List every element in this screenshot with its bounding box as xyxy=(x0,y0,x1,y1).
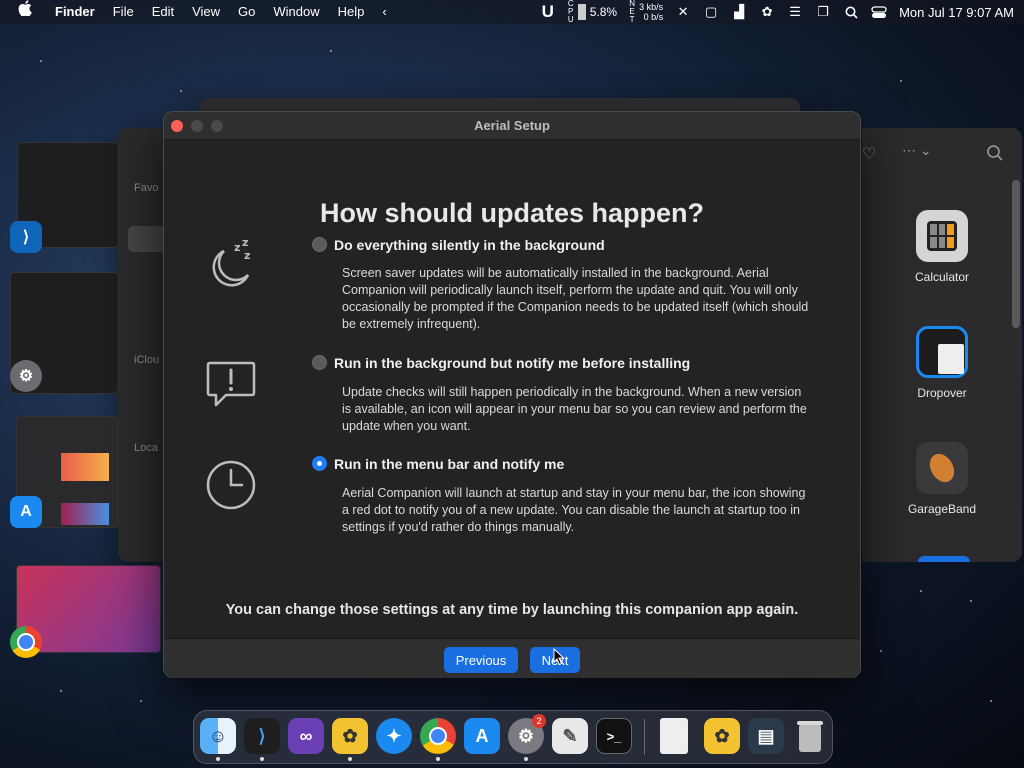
net-monitor[interactable]: NET 3 kb/s 0 b/s xyxy=(629,0,663,24)
option-title-notify[interactable]: Run in the background but notify me befo… xyxy=(334,355,690,371)
running-indicator xyxy=(436,757,440,761)
svg-text:z: z xyxy=(242,237,248,249)
net-label: NET xyxy=(629,0,635,24)
search-icon[interactable] xyxy=(986,144,1004,167)
next-app-tile[interactable] xyxy=(918,556,970,562)
sidebar-label-locations: Loca xyxy=(134,442,158,454)
terminal-dock-icon[interactable]: >_ xyxy=(596,718,632,754)
menubar-clock[interactable]: Mon Jul 17 9:07 AM xyxy=(899,5,1014,20)
radio-notify-before-install[interactable] xyxy=(312,355,327,370)
cpu-label: CPU xyxy=(567,0,574,24)
option-title-silent[interactable]: Do everything silently in the background xyxy=(334,237,605,253)
spotlight-search-icon[interactable] xyxy=(843,5,859,19)
chrome-dock-icon[interactable] xyxy=(420,718,456,754)
visual-studio-dock-icon[interactable]: ∞ xyxy=(288,718,324,754)
cpu-monitor[interactable]: CPU 5.8% xyxy=(568,0,617,24)
u-menu-extra-icon[interactable]: U xyxy=(540,2,556,21)
cpu-percent: 5.8% xyxy=(589,5,618,19)
finder-dock-icon[interactable]: ☺ xyxy=(200,718,236,754)
option-title-menu-bar[interactable]: Run in the menu bar and notify me xyxy=(334,456,564,472)
menu-help[interactable]: Help xyxy=(329,0,374,24)
dock-separator xyxy=(644,719,645,755)
app-label: Dropover xyxy=(917,386,967,400)
menu-window[interactable]: Window xyxy=(264,0,328,24)
app-label: GarageBand xyxy=(907,502,977,516)
menu-file[interactable]: File xyxy=(104,0,143,24)
list-icon[interactable]: ☰ xyxy=(787,4,803,19)
stack-icon[interactable]: ▟ xyxy=(731,4,747,19)
menu-bar: Finder File Edit View Go Window Help ‹ U… xyxy=(0,0,1024,24)
capture-icon[interactable]: ▢ xyxy=(703,4,719,19)
notification-badge: 2 xyxy=(532,714,546,728)
apple-menu-icon[interactable] xyxy=(0,0,46,24)
bee-app-dock-icon[interactable]: ✿ xyxy=(704,718,740,754)
dialog-content: How should updates happen? z z z Do ever… xyxy=(164,140,860,638)
option-description-silent: Screen saver updates will be automatical… xyxy=(342,266,809,331)
menu-view[interactable]: View xyxy=(183,0,229,24)
app-tile-dropover[interactable]: Dropover xyxy=(872,326,1012,400)
clock-icon xyxy=(206,460,256,510)
menu-go[interactable]: Go xyxy=(229,0,264,24)
svg-text:z: z xyxy=(234,241,240,254)
previous-button[interactable]: Previous xyxy=(444,647,518,673)
sidebar-selected-item[interactable] xyxy=(128,226,168,252)
trash-dock-icon[interactable] xyxy=(792,718,828,754)
system-settings-app-icon[interactable]: ⚙ xyxy=(10,360,42,392)
running-indicator xyxy=(260,757,264,761)
bee-icon[interactable]: ✿ xyxy=(759,4,775,19)
running-indicator xyxy=(348,757,352,761)
tag-icon[interactable]: ♡ xyxy=(862,144,876,164)
dock: ☺ ⟩ ∞ ✿ ✦ A ⚙ 2 ✎ >_ ✿ ▤ xyxy=(193,710,833,764)
control-center-icon[interactable] xyxy=(871,5,887,19)
radio-menu-bar-notify[interactable] xyxy=(312,456,327,471)
app-tile-garageband[interactable]: GarageBand xyxy=(872,442,1012,516)
finder-window-behind[interactable]: Favo iClou Loca xyxy=(118,128,168,562)
svg-text:z: z xyxy=(244,249,250,262)
bee-app-dock-icon[interactable]: ✿ xyxy=(332,718,368,754)
safari-dock-icon[interactable]: ✦ xyxy=(376,718,412,754)
alert-bubble-icon xyxy=(206,361,256,407)
tools-icon[interactable]: ✕ xyxy=(675,4,691,19)
net-down: 0 b/s xyxy=(643,12,664,22)
dropover-icon xyxy=(916,326,968,378)
vscode-dock-icon[interactable]: ⟩ xyxy=(244,718,280,754)
sidebar-label-icloud: iClou xyxy=(134,354,160,366)
mouse-cursor-icon xyxy=(553,648,565,666)
radio-silent-background[interactable] xyxy=(312,237,327,252)
chrome-app-icon[interactable] xyxy=(10,626,42,658)
app-name-menu[interactable]: Finder xyxy=(46,0,104,24)
page-title: How should updates happen? xyxy=(320,198,704,228)
scrollbar[interactable] xyxy=(1012,180,1020,328)
guitar-icon xyxy=(916,442,968,494)
cpu-bar-icon xyxy=(577,4,586,20)
calculator-icon xyxy=(916,210,968,262)
windows-icon[interactable]: ❐ xyxy=(815,4,831,19)
window-title: Aerial Setup xyxy=(474,118,550,133)
app-tile-calculator[interactable]: Calculator xyxy=(872,210,1012,284)
menu-edit[interactable]: Edit xyxy=(143,0,183,24)
finder-applications-window: ♡ ⋯ ⌄ Calculator Dropover GarageBand xyxy=(862,128,1022,562)
vscode-app-icon[interactable]: ⟩ xyxy=(10,221,42,253)
title-bar: Aerial Setup xyxy=(164,112,860,140)
chevron-left-icon[interactable]: ‹ xyxy=(373,0,395,24)
app-store-dock-icon[interactable]: A xyxy=(464,718,500,754)
net-up: 3 kb/s xyxy=(639,2,664,12)
option-description-notify: Update checks will still happen periodic… xyxy=(342,385,807,433)
script-editor-dock-icon[interactable]: ✎ xyxy=(552,718,588,754)
sidebar-label-favorites: Favo xyxy=(134,182,159,194)
aerial-setup-dialog: Aerial Setup How should updates happen? … xyxy=(163,111,861,678)
running-indicator xyxy=(524,757,528,761)
app-label: Calculator xyxy=(914,270,970,284)
running-indicator xyxy=(216,757,220,761)
sleep-moon-icon: z z z xyxy=(212,237,250,287)
more-options-icon[interactable]: ⋯ ⌄ xyxy=(902,142,932,159)
footer-note: You can change those settings at any tim… xyxy=(225,602,799,618)
button-bar: Previous Next xyxy=(164,638,860,678)
document-stack-dock-icon[interactable] xyxy=(660,718,688,754)
downloads-stack-dock-icon[interactable]: ▤ xyxy=(748,718,784,754)
option-description-menu-bar: Aerial Companion will launch at startup … xyxy=(342,486,806,534)
app-store-app-icon[interactable]: A xyxy=(10,496,42,528)
